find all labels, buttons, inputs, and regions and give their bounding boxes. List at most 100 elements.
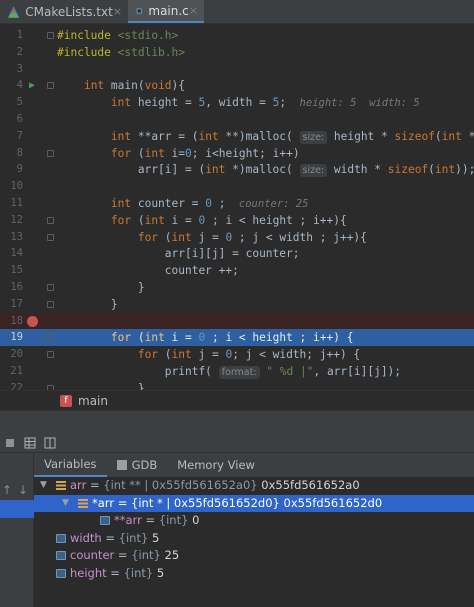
array-icon — [78, 498, 88, 508]
variable-row[interactable]: height = {int} 5 — [34, 565, 474, 582]
fold-icon[interactable] — [47, 149, 54, 157]
fold-icon[interactable] — [47, 334, 54, 342]
fold-icon[interactable] — [47, 32, 54, 39]
editor-tab-bar: CMakeLists.txt × main.c × — [0, 0, 474, 24]
tab-variables[interactable]: Variables — [34, 453, 107, 477]
selected-frame[interactable] — [0, 500, 34, 518]
code-line[interactable]: 9 arr[i] = (int *)malloc( size: width * … — [0, 161, 474, 178]
variable-type: {int ** | 0x55fd561652a0} — [103, 478, 262, 492]
line-number: 11 — [10, 197, 23, 209]
variable-row[interactable]: ▼ *arr = {int * | 0x55fd561652d0} 0x55fd5… — [34, 494, 474, 512]
code-line[interactable]: 16 } — [0, 279, 474, 296]
code-line[interactable]: 22 } — [0, 380, 474, 390]
code-editor[interactable]: 1 #include <stdio.h> 2 #include <stdlib.h> 3… — [0, 24, 474, 390]
close-icon[interactable]: × — [189, 4, 198, 17]
code-line[interactable]: 19 for (int i = 0 ; i < height ; i++) { — [0, 329, 474, 347]
code-line[interactable]: 3 — [0, 61, 474, 78]
equals-sign: = — [114, 548, 132, 562]
gdb-icon — [116, 460, 127, 470]
fold-icon[interactable] — [47, 284, 54, 291]
code-line[interactable]: 14 arr[i][j] = counter; — [0, 245, 474, 262]
code-text: int **arr = (int **)malloc( size: height… — [110, 129, 474, 144]
variable-row[interactable]: ▼ arr = {int ** | 0x55fd561652a0} 0x55fd5… — [34, 477, 474, 494]
code-line[interactable]: 15 counter ++; — [0, 262, 474, 279]
code-line[interactable]: 13 for (int j = 0 ; j < width ; j++){ — [0, 229, 474, 246]
variable-row[interactable]: width = {int} 5 — [34, 530, 474, 547]
code-text: printf( format: " %d |", arr[i][j]); — [57, 365, 402, 379]
arrow-up-icon[interactable]: ↑ — [2, 483, 12, 497]
line-number: 17 — [10, 297, 23, 310]
fold-icon[interactable] — [47, 233, 54, 241]
variable-text: **arr = {int} 0 — [114, 512, 199, 529]
variable-row[interactable]: counter = {int} 25 — [34, 547, 474, 564]
fold-icon[interactable] — [47, 351, 54, 359]
line-number: 7 — [16, 129, 23, 142]
line-number: 2 — [16, 45, 23, 58]
code-text: int counter = 0 ; counter: 25 — [110, 197, 309, 210]
arrow-down-icon[interactable]: ↓ — [18, 483, 28, 497]
debug-toolbar — [0, 433, 474, 453]
run-icon[interactable]: ▶ — [29, 77, 35, 94]
close-icon[interactable]: × — [113, 5, 122, 18]
code-line[interactable]: 2 #include <stdlib.h> — [0, 44, 474, 61]
breakpoint-icon[interactable] — [27, 315, 38, 327]
line-number: 14 — [10, 247, 23, 260]
code-line[interactable]: 8 for (int i=0; i<height; i++) — [0, 145, 474, 162]
line-number: 21 — [10, 365, 23, 377]
chevron-down-icon[interactable]: ▼ — [40, 477, 47, 494]
code-line[interactable]: 10 — [0, 178, 474, 195]
variable-value: 5 — [156, 565, 165, 580]
code-text: } — [57, 297, 118, 311]
fold-icon[interactable] — [47, 300, 54, 308]
code-line[interactable]: 21 printf( format: " %d |", arr[i][j]); — [0, 363, 474, 380]
code-text: for (int i = 0 ; i < height ; i++){ — [110, 213, 347, 227]
tab-label: Memory View — [177, 458, 255, 472]
code-text: counter ++; — [57, 264, 239, 278]
fold-icon[interactable] — [47, 82, 54, 90]
tab-memory-view[interactable]: Memory View — [167, 453, 265, 477]
layout-split-icon[interactable] — [44, 437, 56, 449]
variable-type: {int} — [131, 548, 165, 562]
chevron-down-icon[interactable]: ▼ — [62, 495, 69, 512]
grid-layout-icon[interactable] — [24, 437, 36, 449]
variable-value: 0x55fd561652a0 — [261, 478, 360, 492]
variable-value: 0x55fd561652d0 — [283, 495, 383, 510]
code-text: #include <stdio.h> — [57, 29, 179, 42]
tab-label: CMakeLists.txt — [25, 4, 113, 19]
variable-name: counter — [70, 548, 115, 562]
line-number: 1 — [16, 29, 23, 41]
variable-text: *arr = {int * | 0x55fd561652d0} 0x55fd56… — [92, 495, 382, 512]
line-number: 5 — [16, 96, 23, 109]
variable-type: {int * | 0x55fd561652d0} — [131, 495, 284, 510]
variable-value: 0 — [192, 513, 200, 527]
code-line[interactable]: 6 — [0, 111, 474, 128]
code-text: int height = 5, width = 5; height: 5 wid… — [110, 96, 420, 110]
variable-value: 25 — [164, 548, 180, 562]
equals-sign: = — [86, 478, 104, 492]
tab-cmakelists[interactable]: CMakeLists.txt × — [0, 0, 128, 23]
code-line[interactable]: 1 #include <stdio.h> — [0, 27, 474, 44]
primitive-icon — [56, 568, 66, 578]
code-line[interactable]: 11 int counter = 0 ; counter: 25 — [0, 195, 474, 212]
code-line[interactable]: 4 ▶ int main(void){ — [0, 77, 474, 94]
stop-icon[interactable] — [4, 437, 16, 449]
code-line[interactable]: 17 } — [0, 296, 474, 313]
line-number: 10 — [10, 180, 23, 193]
tab-main-c[interactable]: main.c × — [128, 0, 204, 23]
code-line[interactable]: 7 int **arr = (int **)malloc( size: heig… — [0, 128, 474, 145]
breadcrumb-function: main — [78, 393, 108, 408]
code-line[interactable]: 5 int height = 5, width = 5; height: 5 w… — [0, 94, 474, 111]
fold-icon[interactable] — [47, 216, 54, 224]
array-icon — [56, 481, 66, 490]
code-text: arr[i] = (int *)malloc( size: width * si… — [57, 163, 474, 178]
code-line[interactable]: 12 for (int i = 0 ; i < height ; i++){ — [0, 212, 474, 229]
function-icon: f — [60, 394, 72, 407]
variable-name: height — [70, 565, 107, 580]
code-line[interactable]: 20 for (int j = 0; j < width; j++) { — [0, 346, 474, 363]
debug-tabs: Variables GDB Memory View — [34, 453, 474, 477]
code-line[interactable]: 18 — [0, 312, 474, 330]
breadcrumb[interactable]: f main — [0, 390, 474, 410]
tab-gdb[interactable]: GDB — [107, 453, 168, 477]
variable-row[interactable]: **arr = {int} 0 — [34, 512, 474, 529]
line-number: 13 — [10, 230, 23, 243]
